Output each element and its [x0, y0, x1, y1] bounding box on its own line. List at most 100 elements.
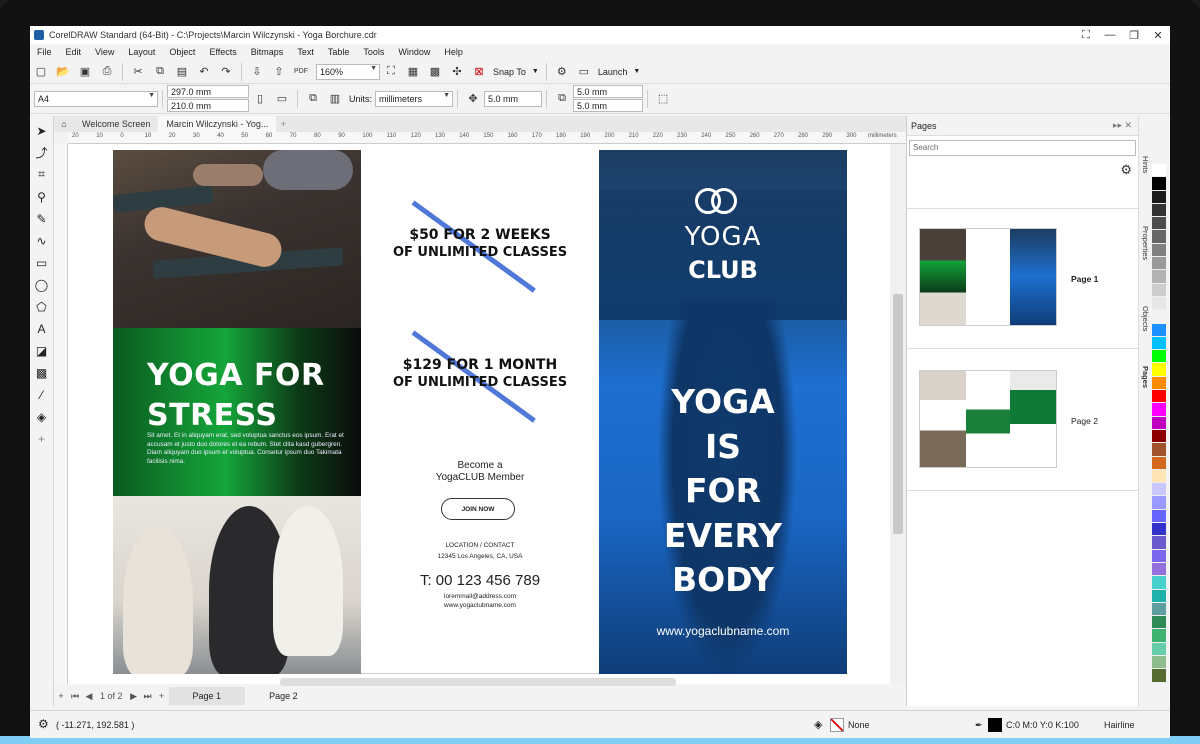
page-size-select[interactable]: A4 ▼ [34, 90, 158, 107]
shape-tool-icon[interactable]: ⤴ [32, 142, 52, 163]
open-icon[interactable]: 📂 [54, 63, 72, 81]
color-swatch[interactable] [1152, 602, 1166, 617]
color-swatch[interactable] [1152, 363, 1166, 377]
new-tab-icon[interactable]: + [276, 116, 290, 132]
tab-objects[interactable]: Objects [1141, 306, 1150, 331]
crop-tool-icon[interactable]: ⌗ [32, 164, 52, 185]
page-2-thumbnail[interactable] [919, 370, 1057, 468]
zoom-tool-icon[interactable]: ⚲ [32, 186, 52, 207]
import-icon[interactable]: ⇩ [248, 63, 266, 81]
add-page-after-icon[interactable]: + [155, 691, 169, 701]
first-page-icon[interactable]: ⏮ [68, 691, 82, 702]
page-tab-1[interactable]: Page 1 [168, 687, 246, 705]
color-swatch[interactable] [1152, 296, 1166, 311]
undo-icon[interactable]: ↶ [195, 63, 213, 81]
tab-welcome-screen[interactable]: Welcome Screen [74, 116, 158, 132]
cut-icon[interactable]: ✂ [129, 63, 147, 81]
next-page-icon[interactable]: ▶ [127, 691, 141, 702]
minimize-button[interactable]: — [1098, 26, 1122, 44]
previous-page-icon[interactable]: ◀ [82, 691, 96, 702]
copy-icon[interactable]: ⧉ [151, 63, 169, 81]
fullscreen-icon[interactable]: ⛶ [1074, 26, 1098, 44]
color-swatch[interactable] [1152, 323, 1166, 337]
home-icon[interactable]: ⌂ [54, 116, 74, 132]
color-swatch[interactable] [1152, 523, 1166, 537]
close-button[interactable]: ✕ [1146, 26, 1170, 44]
color-swatch[interactable] [1152, 483, 1166, 497]
snap-to-dropdown[interactable]: Snap To [493, 67, 526, 77]
color-swatch[interactable] [1152, 429, 1166, 444]
rectangle-tool-icon[interactable]: ▭ [32, 252, 52, 273]
text-tool-icon[interactable]: A [32, 318, 52, 339]
print-icon[interactable]: ⎙ [98, 63, 116, 81]
color-swatch[interactable] [1152, 642, 1166, 656]
polygon-tool-icon[interactable]: ⬠ [32, 296, 52, 317]
units-select[interactable]: millimeters ▼ [375, 90, 454, 107]
color-swatch[interactable] [1152, 576, 1166, 590]
menu-window[interactable]: Window [391, 47, 437, 57]
add-page-before-icon[interactable]: + [54, 691, 68, 701]
gear-icon[interactable]: ⚙ [1120, 162, 1132, 178]
docker-controls-icon[interactable]: ▸▸ ✕ [1113, 120, 1132, 131]
horizontal-scrollbar[interactable] [280, 678, 676, 686]
nudge-distance-field[interactable]: 5.0 mm [484, 90, 543, 107]
landscape-icon[interactable]: ▭ [273, 90, 291, 108]
menu-file[interactable]: File [30, 47, 59, 57]
options-gear-icon[interactable]: ⚙ [553, 63, 571, 81]
transparency-tool-icon[interactable]: ▩ [32, 362, 52, 383]
artistic-media-tool-icon[interactable]: ∿ [32, 230, 52, 251]
no-fill-swatch[interactable] [830, 718, 844, 732]
menu-effects[interactable]: Effects [202, 47, 243, 57]
join-now-button[interactable]: JOIN NOW [441, 498, 515, 520]
page-width-field[interactable]: 297.0 mm [167, 85, 249, 98]
color-swatch[interactable] [1152, 177, 1166, 191]
freehand-tool-icon[interactable]: ✎ [32, 208, 52, 229]
full-screen-preview-icon[interactable]: ⛶ [382, 63, 400, 81]
tab-properties[interactable]: Properties [1141, 226, 1150, 260]
color-swatch[interactable] [1152, 217, 1166, 231]
color-swatch[interactable] [1152, 390, 1166, 404]
last-page-icon[interactable]: ⏭ [141, 691, 155, 702]
color-swatch[interactable] [1152, 616, 1166, 630]
menu-text[interactable]: Text [290, 47, 321, 57]
page-tab-2[interactable]: Page 2 [245, 687, 322, 705]
color-swatch[interactable] [1152, 270, 1166, 284]
eyedropper-tool-icon[interactable]: ⁄ [32, 384, 52, 405]
brochure-left-panel[interactable]: YOGA FOR STRESS Sit amet. Et in aliquyam… [113, 150, 361, 674]
pick-tool-icon[interactable]: ➤ [32, 120, 52, 141]
fill-tool-icon[interactable]: ◈ [32, 406, 52, 427]
color-swatch[interactable] [1152, 336, 1166, 351]
color-swatch[interactable] [1152, 350, 1166, 364]
paste-icon[interactable]: ▤ [173, 63, 191, 81]
snap-off-icon[interactable]: ⊠ [470, 63, 488, 81]
color-swatch[interactable] [1152, 376, 1166, 391]
scrollbar-thumb[interactable] [893, 294, 903, 534]
publish-pdf-icon[interactable]: PDF [292, 63, 310, 81]
show-rulers-icon[interactable]: ▦ [404, 63, 422, 81]
menu-tools[interactable]: Tools [356, 47, 391, 57]
color-swatch[interactable] [1152, 536, 1166, 550]
color-swatch[interactable] [1152, 509, 1166, 524]
menu-view[interactable]: View [88, 47, 121, 57]
color-swatch[interactable] [1152, 164, 1166, 178]
redo-icon[interactable]: ↷ [217, 63, 235, 81]
duplicate-x-field[interactable]: 5.0 mm [573, 85, 644, 98]
restore-button[interactable]: ❐ [1122, 26, 1146, 44]
launch-dropdown[interactable]: Launch [598, 67, 628, 77]
page-height-field[interactable]: 210.0 mm [167, 99, 249, 112]
show-guidelines-icon[interactable]: ✣ [448, 63, 466, 81]
pages-search-input[interactable]: Search [909, 140, 1136, 156]
vertical-ruler[interactable] [54, 144, 68, 684]
menu-table[interactable]: Table [321, 47, 357, 57]
tab-pages[interactable]: Pages [1141, 366, 1150, 388]
color-swatch[interactable] [1152, 203, 1166, 218]
color-swatch[interactable] [1152, 403, 1166, 417]
menu-object[interactable]: Object [162, 47, 202, 57]
vertical-scrollbar[interactable] [890, 144, 906, 684]
menu-edit[interactable]: Edit [59, 47, 89, 57]
ellipse-tool-icon[interactable]: ◯ [32, 274, 52, 295]
color-swatch[interactable] [1152, 443, 1166, 457]
show-grid-icon[interactable]: ▩ [426, 63, 444, 81]
brochure-middle-panel[interactable]: $50 FOR 2 WEEKS OF UNLIMITED CLASSES $12… [361, 150, 599, 674]
menu-help[interactable]: Help [437, 47, 470, 57]
